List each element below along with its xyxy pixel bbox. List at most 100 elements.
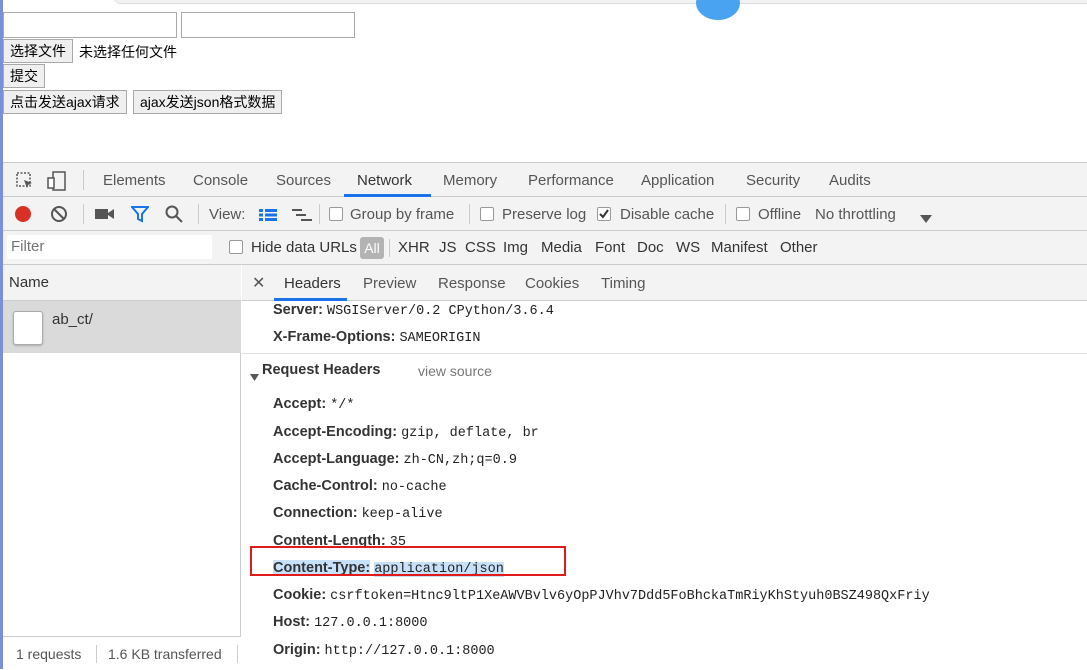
- throttling-select[interactable]: No throttling: [815, 206, 896, 223]
- view-source-link[interactable]: view source: [418, 363, 492, 379]
- tab-security[interactable]: Security: [746, 172, 800, 189]
- header-row: Cookie: csrftoken=Htnc9ltP1XeAWVBvlv6yOpP…: [273, 586, 930, 604]
- choose-file-button[interactable]: 选择文件: [3, 39, 73, 63]
- screenshot-camera-icon[interactable]: [95, 207, 115, 224]
- group-by-frame-label: Group by frame: [350, 206, 455, 223]
- filter-type-font[interactable]: Font: [595, 239, 625, 256]
- tab-preview[interactable]: Preview: [363, 275, 416, 292]
- filter-type-media[interactable]: Media: [541, 239, 582, 256]
- header-row: X-Frame-Options: SAMEORIGIN: [273, 328, 480, 346]
- page-content: 选择文件 未选择任何文件 提交 点击发送ajax请求 ajax发送json格式数…: [3, 0, 1087, 162]
- header-key: Accept-Language:: [273, 451, 400, 467]
- device-toolbar-icon[interactable]: [47, 170, 67, 195]
- tab-sources[interactable]: Sources: [276, 172, 331, 189]
- header-value: SAMEORIGIN: [399, 331, 481, 346]
- filter-type-css[interactable]: CSS: [465, 239, 496, 256]
- header-key: Cache-Control:: [273, 478, 378, 494]
- group-by-frame-checkbox[interactable]: [329, 207, 343, 221]
- divider: [469, 204, 470, 224]
- dropdown-arrow-icon[interactable]: [920, 210, 932, 226]
- record-icon[interactable]: [14, 205, 32, 226]
- request-name: ab_ct/: [52, 311, 93, 328]
- tab-console[interactable]: Console: [193, 172, 248, 189]
- header-value: no-cache: [381, 480, 447, 495]
- search-icon[interactable]: [165, 205, 183, 226]
- header-row: Connection: keep-alive: [273, 504, 443, 522]
- header-value: http://127.0.0.1:8000: [324, 644, 495, 659]
- ajax-button[interactable]: 点击发送ajax请求: [3, 90, 127, 114]
- header-row: Accept-Language: zh-CN,zh;q=0.9: [273, 450, 517, 468]
- hide-data-urls-checkbox[interactable]: [229, 240, 243, 254]
- headers-content: Server: WSGIServer/0.2 CPython/3.6.4 X-Fr…: [242, 301, 1087, 670]
- detail-tabbar: ✕ Headers Preview Response Cookies Timin…: [242, 265, 1087, 301]
- divider: [725, 204, 726, 224]
- disable-cache-checkbox[interactable]: [597, 207, 611, 221]
- name-column-header[interactable]: Name: [3, 265, 241, 301]
- preserve-log-checkbox[interactable]: [480, 207, 494, 221]
- text-input-2[interactable]: [181, 12, 355, 38]
- tab-elements[interactable]: Elements: [103, 172, 166, 189]
- tab-headers[interactable]: Headers: [284, 275, 341, 292]
- offline-label: Offline: [758, 206, 802, 223]
- header-key: Accept-Encoding:: [273, 424, 398, 440]
- header-value: zh-CN,zh;q=0.9: [403, 453, 517, 468]
- waterfall-icon[interactable]: [292, 208, 312, 224]
- close-icon[interactable]: ✕: [252, 273, 265, 293]
- preserve-log-label: Preserve log: [502, 206, 587, 223]
- tab-memory[interactable]: Memory: [443, 172, 497, 189]
- tab-application[interactable]: Application: [641, 172, 714, 189]
- header-row: Cache-Control: no-cache: [273, 477, 447, 495]
- request-list-pane: Name ab_ct/ 1 requests 1.6 KB transferre…: [3, 265, 241, 670]
- request-headers-title[interactable]: Request Headers: [262, 362, 380, 378]
- divider: [389, 239, 390, 257]
- annotation-highlight-box: [250, 546, 566, 576]
- floating-badge: [696, 0, 740, 20]
- request-row[interactable]: ab_ct/: [3, 301, 241, 353]
- header-row: Accept: */*: [273, 395, 355, 413]
- submit-button[interactable]: 提交: [3, 64, 45, 88]
- header-key: Origin:: [273, 642, 321, 658]
- filter-type-all[interactable]: All: [360, 237, 384, 259]
- tab-response[interactable]: Response: [438, 275, 506, 292]
- header-key: Cookie:: [273, 587, 327, 603]
- header-row: Server: WSGIServer/0.2 CPython/3.6.4: [273, 301, 554, 319]
- header-row: Accept-Encoding: gzip, deflate, br: [273, 423, 539, 441]
- text-input-1[interactable]: [3, 12, 177, 38]
- header-key: Accept:: [273, 396, 327, 412]
- header-value: csrftoken=Htnc9ltP1XeAWVBvlv6yOpPJVhv7Dd…: [330, 589, 930, 604]
- filter-type-doc[interactable]: Doc: [637, 239, 664, 256]
- network-status-bar: 1 requests 1.6 KB transferred: [3, 636, 241, 670]
- tab-network[interactable]: Network: [357, 172, 412, 189]
- divider: [96, 645, 97, 663]
- filter-type-img[interactable]: Img: [503, 239, 528, 256]
- filter-type-other[interactable]: Other: [780, 239, 818, 256]
- tab-cookies[interactable]: Cookies: [525, 275, 579, 292]
- filter-icon[interactable]: [129, 205, 151, 226]
- filter-type-js[interactable]: JS: [439, 239, 457, 256]
- disable-cache-label: Disable cache: [620, 206, 715, 223]
- filter-input[interactable]: [7, 235, 212, 259]
- ajax-json-button[interactable]: ajax发送json格式数据: [133, 90, 283, 114]
- hide-data-urls-label: Hide data URLs: [251, 239, 357, 256]
- tab-performance[interactable]: Performance: [528, 172, 614, 189]
- divider: [319, 204, 320, 224]
- filter-type-manifest[interactable]: Manifest: [711, 239, 768, 256]
- header-value: keep-alive: [361, 507, 443, 522]
- header-row: Host: 127.0.0.1:8000: [273, 613, 427, 631]
- filter-type-ws[interactable]: WS: [676, 239, 700, 256]
- devtools-tabbar: Elements Console Sources Network Memory …: [3, 163, 1087, 197]
- large-rows-icon[interactable]: [259, 208, 277, 224]
- tab-audits[interactable]: Audits: [829, 172, 871, 189]
- offline-checkbox[interactable]: [736, 207, 750, 221]
- divider: [198, 204, 199, 224]
- expand-triangle-icon[interactable]: [250, 368, 259, 384]
- tab-timing[interactable]: Timing: [601, 275, 645, 292]
- divider: [83, 170, 84, 190]
- filter-type-xhr[interactable]: XHR: [398, 239, 430, 256]
- header-key: Server:: [273, 302, 323, 318]
- header-key: Connection:: [273, 505, 358, 521]
- network-toolbar: View: Group by frame Preserve log Disabl…: [3, 197, 1087, 231]
- transferred-size: 1.6 KB transferred: [108, 646, 222, 662]
- clear-icon[interactable]: [50, 205, 68, 226]
- inspect-icon[interactable]: [15, 171, 35, 194]
